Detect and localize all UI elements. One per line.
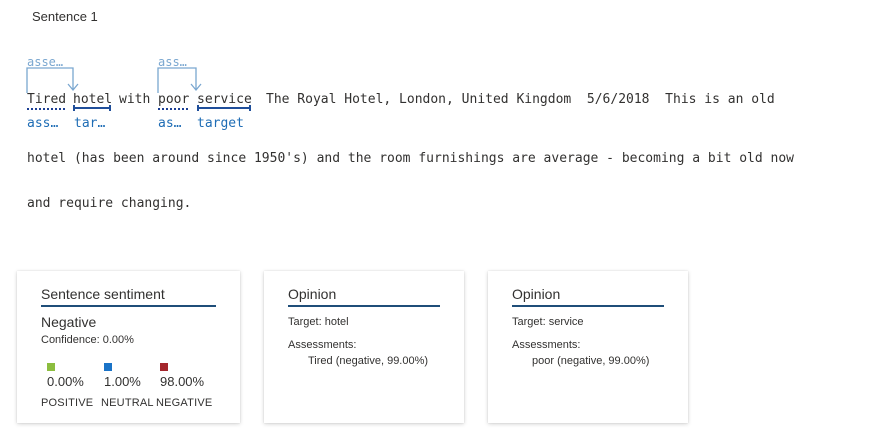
token-label-tired[interactable]: ass…: [27, 116, 67, 131]
token-service[interactable]: service: [197, 92, 252, 107]
opinion-card: Opinion Target: service Assessments: poo…: [488, 271, 688, 423]
assessments-label: Assessments:: [288, 339, 357, 351]
positive-score: 0.00%: [47, 374, 84, 389]
card-title: Sentence sentiment: [41, 286, 216, 307]
negative-label: NEGATIVE: [156, 397, 213, 409]
token-with: with: [119, 92, 151, 107]
token-tired[interactable]: Tired: [27, 92, 66, 107]
opinion-target: Target: hotel: [288, 316, 349, 328]
assessments-label: Assessments:: [512, 339, 581, 351]
token-label-poor[interactable]: as…: [158, 116, 188, 131]
target-value: hotel: [324, 316, 349, 328]
relation-arrows: [26, 67, 202, 93]
relation-label-top[interactable]: asse…: [27, 55, 71, 69]
negative-score: 98.00%: [160, 374, 205, 389]
card-title: Opinion: [512, 286, 664, 307]
neutral-score: 1.00%: [104, 374, 141, 389]
positive-label: POSITIVE: [41, 397, 94, 409]
token-label-service[interactable]: target: [197, 116, 257, 131]
positive-color-square: [47, 363, 55, 371]
negative-color-square: [160, 363, 168, 371]
token-hotel[interactable]: hotel: [73, 92, 112, 107]
target-label: Target:: [512, 316, 546, 328]
target-underline: [73, 105, 111, 111]
relation-arrow-poor-service: [157, 67, 197, 93]
sentence-text-line: and require changing.: [27, 196, 192, 211]
token-label-hotel[interactable]: tar…: [74, 116, 110, 131]
opinion-target: Target: service: [512, 316, 584, 328]
relation-arrow-tired-hotel: [26, 67, 74, 93]
assessment-underline: [27, 108, 65, 110]
sentence-text-line: hotel (has been around since 1950's) and…: [27, 151, 795, 166]
assessment-item: Tired (negative, 99.00%): [308, 355, 429, 367]
target-underline: [197, 105, 251, 111]
confidence-text: Confidence: 0.00%: [41, 334, 134, 346]
assessment-item: poor (negative, 99.00%): [532, 355, 650, 367]
card-title: Opinion: [288, 286, 440, 307]
neutral-label: NEUTRAL: [101, 397, 154, 409]
sentiment-label: Negative: [41, 314, 97, 330]
opinion-card: Opinion Target: hotel Assessments: Tired…: [264, 271, 464, 423]
relation-label-top[interactable]: ass…: [158, 55, 194, 69]
target-value: service: [548, 316, 584, 328]
neutral-color-square: [104, 363, 112, 371]
sentence-sentiment-card: Sentence sentiment Negative Confidence: …: [17, 271, 240, 423]
token-poor[interactable]: poor: [158, 92, 189, 107]
assessment-underline: [158, 108, 188, 110]
target-label: Target:: [288, 316, 322, 328]
sentence-text-rest: The Royal Hotel, London, United Kingdom …: [266, 92, 775, 107]
